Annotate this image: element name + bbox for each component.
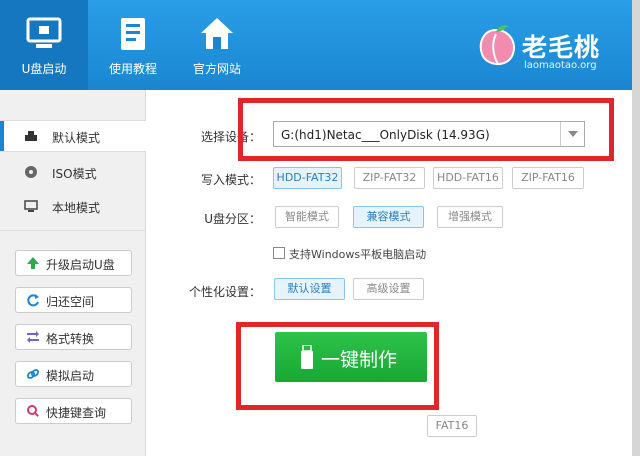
upgrade-usb-button[interactable]: 升级启动U盘 [15,250,132,276]
partition-label: U盘分区： [204,212,261,226]
usb-monitor-icon [26,17,62,48]
nav-tutorial-label: 使用教程 [108,62,157,76]
nav-usb-boot-label: U盘启动 [21,62,67,76]
custom-settings-label: 个性化设置： [188,285,261,299]
custom-option-default[interactable]: 默认设置 [274,278,345,300]
sidebar: 默认模式 ISO模式 本地模式 升级启动U盘 归还空间 格式转换 模拟启动 快捷… [0,90,146,456]
usb-drive-icon [25,131,37,141]
format-convert-button[interactable]: 格式转换 [15,324,132,350]
swap-icon [27,331,39,343]
write-option-hdd-fat16[interactable]: HDD-FAT16 [433,167,503,189]
peach-logo-icon [479,25,515,65]
simulate-boot-label: 模拟启动 [46,369,95,383]
mode-default[interactable]: 默认模式 [0,120,146,152]
write-option-hdd-fat32[interactable]: HDD-FAT32 [273,167,342,189]
link-icon [26,369,40,379]
restore-space-label: 归还空间 [46,295,95,309]
nav-website-label: 官方网站 [192,62,241,76]
nav-tutorial[interactable]: 使用教程 [90,0,176,90]
brand-name: 老毛桃 [522,33,601,62]
mode-iso[interactable]: ISO模式 [0,157,146,189]
brand-logo: 老毛桃 laomaotao.org [474,20,624,76]
bottom-fat16-badge: FAT16 [427,415,477,437]
simulate-boot-button[interactable]: 模拟启动 [15,361,132,387]
hotkey-query-label: 快捷键查询 [46,406,107,420]
highlight-box-device [238,98,614,161]
disc-icon [25,166,37,178]
window-edge [632,0,640,456]
home-icon [201,18,233,49]
write-option-zip-fat32[interactable]: ZIP-FAT32 [354,167,425,189]
windows-tablet-checkbox[interactable] [273,247,285,259]
write-mode-label: 写入模式： [200,173,261,187]
highlight-box-make-button [236,322,439,410]
write-option-zip-fat16[interactable]: ZIP-FAT16 [512,167,584,189]
partition-option-compat[interactable]: 兼容模式 [353,206,424,228]
format-convert-label: 格式转换 [46,332,95,346]
monitor-icon [24,200,38,212]
nav-website[interactable]: 官方网站 [176,0,258,90]
document-icon [121,18,145,50]
top-nav-bar: U盘启动 使用教程 官方网站 老毛桃 laomaotao.org [0,0,632,90]
mode-local[interactable]: 本地模式 [0,191,146,223]
upgrade-usb-label: 升级启动U盘 [46,258,115,272]
partition-option-enhanced[interactable]: 增强模式 [437,206,503,228]
arrow-up-icon [27,257,39,269]
hotkey-query-button[interactable]: 快捷键查询 [15,398,132,424]
partition-option-smart[interactable]: 智能模式 [275,206,339,228]
brand-site: laomaotao.org [524,60,597,71]
nav-usb-boot[interactable]: U盘启动 [0,0,88,90]
mode-local-label: 本地模式 [52,201,101,215]
main-panel: 选择设备： G:(hd1)Netac___OnlyDisk (14.93G) 写… [147,90,632,456]
mode-iso-label: ISO模式 [52,167,97,181]
search-icon [27,405,39,417]
refresh-icon [27,294,39,307]
restore-space-button[interactable]: 归还空间 [15,287,132,313]
mode-default-label: 默认模式 [52,131,101,145]
windows-tablet-label: 支持Windows平板电脑启动 [289,248,427,261]
sidebar-divider [0,230,146,231]
custom-option-advanced[interactable]: 高级设置 [353,278,424,300]
